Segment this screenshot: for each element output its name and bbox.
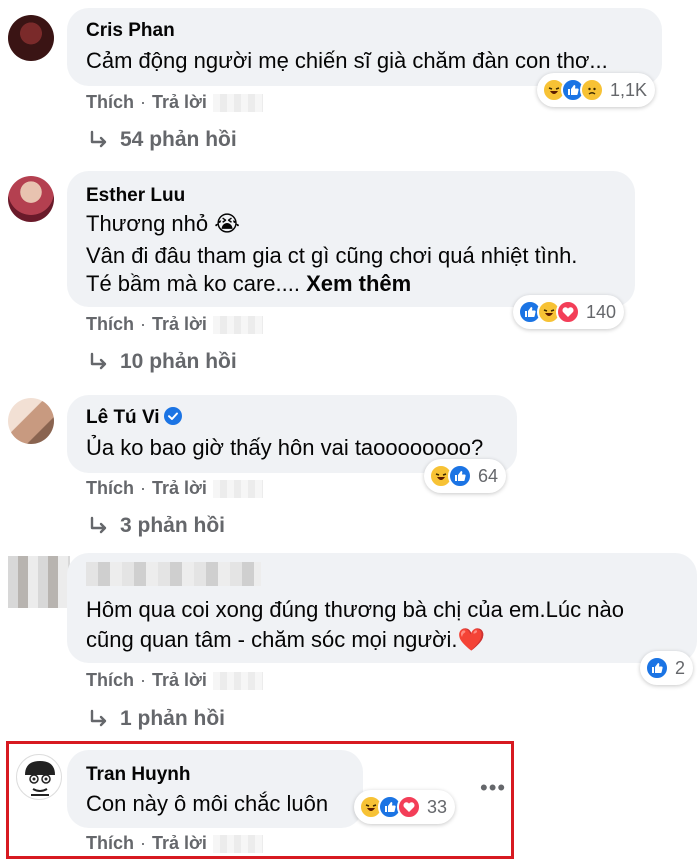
comment-text-line-1: Hôm qua coi xong đúng thương bà chị của … [86, 597, 624, 622]
comment-author[interactable]: Cris Phan [86, 20, 175, 42]
reaction-count: 140 [586, 301, 617, 322]
view-replies[interactable]: 1 phản hồi [88, 707, 225, 731]
replies-label: 10 phản hồi [120, 350, 237, 373]
timestamp-redacted [212, 94, 263, 113]
reply-arrow-icon [90, 709, 107, 727]
comment-actions: Thích · Trả lời [86, 478, 263, 499]
like-icon [645, 656, 669, 680]
comment-text-line-3: Té bầm mà ko care.... Xem thêm [86, 271, 411, 297]
reaction-summary[interactable]: 1,1K [537, 73, 656, 107]
avatar[interactable] [8, 15, 54, 61]
reply-arrow-icon [90, 516, 107, 534]
reply-action[interactable]: Trả lời [152, 833, 207, 853]
reaction-summary[interactable]: 64 [424, 459, 507, 493]
replies-label: 1 phản hồi [120, 707, 225, 730]
reaction-count: 33 [427, 796, 448, 817]
comment-actions: Thích · Trả lời [86, 92, 263, 113]
view-replies[interactable]: 3 phản hồi [88, 514, 225, 538]
reply-action[interactable]: Trả lời [152, 314, 207, 334]
reaction-count: 64 [478, 465, 499, 486]
timestamp-redacted [212, 835, 263, 854]
comment-text: Con này ô môi chắc luôn [86, 791, 329, 816]
like-action[interactable]: Thích [86, 670, 134, 690]
view-replies[interactable]: 54 phản hồi [88, 128, 237, 152]
love-icon [397, 795, 421, 819]
timestamp-redacted [212, 316, 263, 335]
more-options-button[interactable]: ••• [480, 775, 506, 801]
avatar-redacted[interactable] [8, 556, 70, 608]
timestamp-redacted [212, 672, 263, 691]
view-replies[interactable]: 10 phản hồi [88, 350, 237, 374]
avatar[interactable] [8, 176, 54, 222]
verified-badge-icon [163, 407, 182, 425]
comment-text-line-2: Vân đi đâu tham gia ct gì cũng chơi quá … [86, 243, 578, 268]
timestamp-redacted [212, 480, 263, 499]
reaction-count: 1,1K [610, 79, 648, 100]
like-icon [448, 464, 472, 488]
reaction-summary[interactable]: 140 [513, 295, 625, 329]
comment-author-redacted[interactable] [86, 562, 261, 586]
reply-action[interactable]: Trả lời [152, 478, 207, 498]
comment-text: Ủa ko bao giờ thấy hôn vai taoooooooo? [86, 435, 484, 460]
reply-action[interactable]: Trả lời [152, 92, 207, 112]
comment-actions: Thích · Trả lời [86, 314, 263, 335]
like-action[interactable]: Thích [86, 833, 134, 853]
reply-arrow-icon [90, 352, 107, 370]
comment-text-line-3-content: Té bầm mà ko care.... [86, 271, 307, 296]
comment-author[interactable]: Esther Luu [86, 185, 185, 207]
reaction-count: 2 [675, 657, 686, 678]
replies-label: 54 phản hồi [120, 128, 237, 151]
sad-icon [580, 78, 604, 102]
comment-author[interactable]: Tran Huynh [86, 764, 191, 786]
comment-text-line-1: Thương nhỏ 😭 [86, 211, 240, 236]
comment-actions: Thích · Trả lời [86, 670, 263, 691]
like-action[interactable]: Thích [86, 478, 134, 498]
like-action[interactable]: Thích [86, 314, 134, 334]
comment-author[interactable]: Lê Tú Vi [86, 407, 182, 429]
avatar[interactable] [8, 398, 54, 444]
meme-face-icon [25, 761, 55, 796]
reply-arrow-icon [90, 130, 107, 148]
reaction-summary[interactable]: 33 [354, 790, 456, 824]
see-more-link[interactable]: Xem thêm [306, 271, 411, 296]
comment-actions: Thích · Trả lời [86, 833, 263, 854]
comment-text-line-2: cũng quan tâm - chăm sóc mọi người.❤️ [86, 627, 485, 652]
avatar[interactable] [16, 754, 62, 800]
comment-text: Cảm động người mẹ chiến sĩ già chăm đàn … [86, 48, 608, 73]
author-name: Lê Tú Vi [86, 407, 160, 428]
reply-action[interactable]: Trả lời [152, 670, 207, 690]
replies-label: 3 phản hồi [120, 514, 225, 537]
like-action[interactable]: Thích [86, 92, 134, 112]
love-icon [556, 300, 580, 324]
reaction-summary[interactable]: 2 [640, 651, 694, 685]
